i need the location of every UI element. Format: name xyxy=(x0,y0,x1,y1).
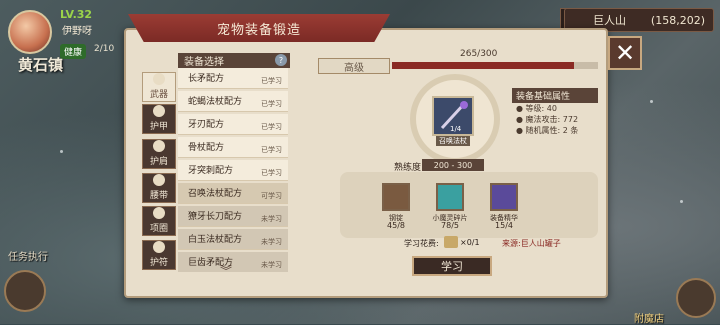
list-item[interactable]: 獠牙长刀配方 未学习 xyxy=(178,206,288,227)
material-count: 78/5 xyxy=(441,221,459,230)
item-name: 白玉法杖配方 xyxy=(188,235,243,245)
town-name: 黄石镇 xyxy=(18,56,64,74)
list-item[interactable]: 巨齿矛配方 未学习 xyxy=(178,252,288,272)
avatar[interactable] xyxy=(8,10,52,54)
list-header-label: 装备选择 xyxy=(184,57,224,68)
tab-label: 腰带 xyxy=(149,191,168,201)
list-item-selected[interactable]: 召唤法杖配方 可学习 xyxy=(178,183,288,204)
tab-amulet[interactable]: 护符 xyxy=(142,240,176,270)
snow-particle xyxy=(650,100,653,103)
progress-bar xyxy=(392,62,598,69)
tab-weapon[interactable]: 武器 xyxy=(142,72,176,102)
progress-fill xyxy=(392,62,574,69)
quest-label: 任务执行 xyxy=(8,252,48,263)
help-icon[interactable]: ? xyxy=(275,54,287,66)
item-status: 未学习 xyxy=(261,261,282,269)
item-name: 牙突刺配方 xyxy=(188,166,234,176)
player-level: LV.32 xyxy=(60,8,93,21)
tab-label: 护甲 xyxy=(149,122,168,132)
item-status: 可学习 xyxy=(261,192,282,200)
chevron-down-icon[interactable]: ︾ xyxy=(220,262,232,279)
tab-label: 护符 xyxy=(149,258,168,268)
item-name: 獠牙长刀配方 xyxy=(188,212,243,222)
item-status: 已学习 xyxy=(261,169,282,177)
item-status: 未学习 xyxy=(261,215,282,223)
magic-shard-icon[interactable] xyxy=(436,183,464,211)
cost-value: ×0/1 xyxy=(460,238,480,247)
attribute-header: 装备基础属性 xyxy=(512,88,598,103)
player-name: 伊野呀 xyxy=(62,26,92,37)
tab-label: 护肩 xyxy=(149,157,168,167)
attribute-line: ● 等级: 40 xyxy=(516,104,557,113)
list-item[interactable]: 牙刃配方 已学习 xyxy=(178,114,288,135)
list-item[interactable]: 长矛配方 已学习 xyxy=(178,68,288,89)
recipe-list[interactable]: 长矛配方 已学习 蛇蝎法杖配方 已学习 牙刃配方 已学习 骨杖配方 已学习 牙突刺配方已… xyxy=(178,68,288,272)
collar-icon xyxy=(153,207,165,219)
tab-shoulder[interactable]: 护肩 xyxy=(142,139,176,169)
scroll-icon xyxy=(444,236,458,248)
location-coords: (158,202) xyxy=(650,13,705,27)
item-name: 蛇蝎法杖配方 xyxy=(188,97,243,107)
item-name: 骨杖配方 xyxy=(188,143,225,153)
steel-ingot-icon[interactable] xyxy=(382,183,410,211)
sword-icon xyxy=(153,73,165,85)
attribute-box: 装备基础属性 ● 等级: 40 ● 魔法攻击: 772 ● 随机属性: 2 条 xyxy=(512,88,598,135)
status-badge: 健康 xyxy=(60,44,87,59)
proficiency-value: 200 - 300 xyxy=(422,159,484,171)
material-count: 15/4 xyxy=(495,221,513,230)
item-status: 未学习 xyxy=(261,238,282,246)
item-name: 长矛配方 xyxy=(188,74,225,84)
quest-button[interactable] xyxy=(4,270,46,312)
list-item[interactable]: 白玉法杖配方 未学习 xyxy=(178,229,288,250)
list-item[interactable]: 蛇蝎法杖配方 已学习 xyxy=(178,91,288,112)
shop-button[interactable] xyxy=(676,278,716,318)
close-button[interactable]: ✕ xyxy=(608,36,642,70)
list-header: 装备选择 ? xyxy=(178,53,290,68)
learn-button[interactable]: 学习 xyxy=(412,256,492,276)
item-name: 牙刃配方 xyxy=(188,120,225,130)
list-item[interactable]: 骨杖配方 已学习 xyxy=(178,137,288,158)
equipment-count: 1/4 xyxy=(450,125,462,133)
tab-belt[interactable]: 腰带 xyxy=(142,173,176,203)
source-text: 来源:巨人山罐子 xyxy=(502,239,561,248)
shoulder-icon xyxy=(153,140,165,152)
tab-collar[interactable]: 项圈 xyxy=(142,206,176,236)
tab-armor[interactable]: 护甲 xyxy=(142,104,176,134)
attribute-line: ● 随机属性: 2 条 xyxy=(516,126,579,135)
equipment-name: 召唤法杖 xyxy=(436,136,470,146)
tab-label: 武器 xyxy=(149,90,168,100)
amulet-icon xyxy=(153,241,165,253)
material-count: 45/8 xyxy=(387,221,405,230)
cost-label: 学习花费: xyxy=(404,239,439,248)
item-status: 已学习 xyxy=(261,77,282,85)
shop-label: 附魔店 xyxy=(634,314,664,325)
snow-particle xyxy=(60,150,63,153)
armor-icon xyxy=(153,105,165,117)
item-status: 已学习 xyxy=(261,123,282,131)
item-status: 已学习 xyxy=(261,146,282,154)
item-name: 召唤法杖配方 xyxy=(188,189,243,199)
item-status: 已学习 xyxy=(261,100,282,108)
panel-title: 宠物装备锻造 xyxy=(128,14,390,42)
tab-label: 项圈 xyxy=(149,224,168,234)
list-item[interactable]: 牙突刺配方 已学习 xyxy=(178,160,288,181)
snow-particle xyxy=(680,200,683,203)
player-info[interactable]: LV.32 伊野呀 健康 2/10 xyxy=(6,4,126,60)
hp-value: 2/10 xyxy=(94,44,115,54)
location-name: 巨人山 xyxy=(593,14,626,27)
progress-text: 265/300 xyxy=(460,49,498,59)
grade-label: 高级 xyxy=(318,58,390,74)
attribute-line: ● 魔法攻击: 772 xyxy=(516,115,579,124)
essence-icon[interactable] xyxy=(490,183,518,211)
belt-icon xyxy=(153,174,165,186)
